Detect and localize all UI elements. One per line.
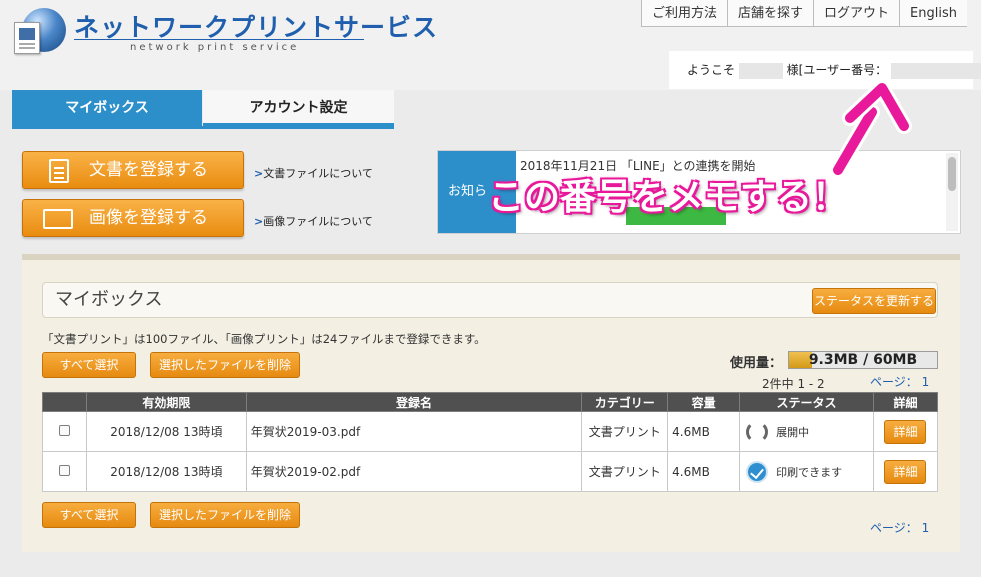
delete-selected-button-bottom[interactable]: 選択したファイルを削除 — [150, 502, 300, 528]
annotation-arrow-icon — [830, 82, 912, 178]
document-files-link[interactable]: >文書ファイルについて — [254, 165, 373, 181]
select-all-button[interactable]: すべて選択 — [42, 352, 136, 378]
image-files-link[interactable]: >画像ファイルについて — [254, 213, 373, 229]
col-checkbox — [42, 392, 87, 412]
col-category: カテゴリー — [581, 392, 669, 412]
document-files-link-label: 文書ファイルについて — [263, 167, 373, 180]
mybox-title: マイボックス — [42, 282, 938, 318]
delete-selected-button[interactable]: 選択したファイルを削除 — [150, 352, 300, 378]
row-status: 展開中 — [776, 425, 810, 439]
row-checkbox[interactable] — [58, 464, 70, 476]
select-all-button-bottom[interactable]: すべて選択 — [42, 502, 136, 528]
col-expires: 有効期限 — [85, 392, 247, 412]
top-navigation: ご利用方法 店舗を探す ログアウト English — [641, 0, 967, 27]
row-expires: 2018/12/08 13時頃 — [85, 451, 247, 492]
usage-bar: 9.3MB / 60MB — [788, 351, 938, 369]
row-checkbox[interactable] — [58, 424, 70, 436]
col-size: 容量 — [667, 392, 741, 412]
usage-label: 使用量： — [730, 356, 783, 371]
row-status-cell: 展開中 — [739, 411, 874, 452]
col-detail: 詳細 — [872, 392, 939, 412]
tab-mybox[interactable]: マイボックス — [12, 90, 202, 126]
row-size: 4.6MB — [667, 451, 741, 492]
file-table: 有効期限 登録名 カテゴリー 容量 ステータス 詳細 2018/12/08 13… — [42, 392, 939, 492]
table-row: 2018/12/08 13時頃 年賀状2019-02.pdf 文書プリント 4.… — [42, 451, 939, 492]
register-document-button[interactable]: 文書を登録する — [22, 151, 244, 189]
row-checkbox-cell — [42, 451, 87, 492]
row-name: 年賀状2019-02.pdf — [245, 451, 583, 492]
row-category: 文書プリント — [581, 451, 669, 492]
document-logo-icon — [14, 22, 40, 54]
row-status: 印刷できます — [776, 465, 843, 479]
pagination-top[interactable]: ページ： 1 — [870, 373, 929, 390]
tab-account-settings[interactable]: アカウント設定 — [203, 90, 394, 126]
site-logo-subtitle: network print service — [130, 42, 300, 53]
row-status-cell: 印刷できます — [739, 451, 874, 492]
row-name: 年賀状2019-03.pdf — [245, 411, 583, 452]
register-document-label: 文書を登録する — [89, 160, 208, 180]
col-name: 登録名 — [245, 392, 583, 412]
tab-underline — [12, 126, 394, 129]
image-icon — [43, 209, 73, 229]
table-row: 2018/12/08 13時頃 年賀状2019-03.pdf 文書プリント 4.… — [42, 411, 939, 452]
register-image-button[interactable]: 画像を登録する — [22, 199, 244, 237]
spinner-icon — [746, 420, 769, 443]
file-limit-note: 「文書プリント」は100ファイル、「画像プリント」は24ファイルまで登録できます… — [42, 332, 486, 346]
row-detail-cell: 詳細 — [872, 411, 939, 452]
annotation-callout: この番号をメモする！ — [488, 177, 849, 218]
image-files-link-label: 画像ファイルについて — [263, 215, 373, 228]
welcome-prefix: ようこそ — [687, 63, 736, 77]
row-detail-cell: 詳細 — [872, 451, 939, 492]
detail-button[interactable]: 詳細 — [884, 419, 927, 444]
pagination-bottom[interactable]: ページ： 1 — [870, 519, 929, 536]
file-count: 2件中 1 - 2 — [762, 377, 825, 391]
welcome-user-number-label: 様[ユーザー番号： — [786, 63, 888, 77]
redacted-username — [738, 62, 783, 79]
redacted-user-number — [890, 62, 981, 79]
mybox-panel: マイボックス ステータスを更新する 「文書プリント」は100ファイル、「画像プリ… — [22, 254, 960, 552]
check-circle-icon — [746, 460, 769, 483]
site-header: ネットワークプリントサービス network print service ご利用… — [0, 0, 981, 90]
col-status: ステータス — [739, 392, 874, 412]
nav-logout[interactable]: ログアウト — [813, 0, 900, 27]
row-size: 4.6MB — [667, 411, 741, 452]
row-checkbox-cell — [42, 411, 87, 452]
file-table-header: 有効期限 登録名 カテゴリー 容量 ステータス 詳細 — [42, 392, 939, 412]
nav-find-store[interactable]: 店舗を探す — [727, 0, 814, 27]
usage-text: 9.3MB / 60MB — [808, 352, 918, 368]
nav-how-to-use[interactable]: ご利用方法 — [641, 0, 728, 27]
detail-button[interactable]: 詳細 — [884, 459, 927, 484]
main-tabs: マイボックス アカウント設定 — [12, 90, 394, 126]
register-image-label: 画像を登録する — [89, 208, 208, 228]
logo-divider — [74, 39, 364, 40]
row-expires: 2018/12/08 13時頃 — [85, 411, 247, 452]
document-icon — [49, 159, 69, 183]
news-scrollbar[interactable] — [946, 153, 958, 231]
row-category: 文書プリント — [581, 411, 669, 452]
update-status-button[interactable]: ステータスを更新する — [812, 288, 936, 314]
nav-english[interactable]: English — [899, 0, 967, 27]
